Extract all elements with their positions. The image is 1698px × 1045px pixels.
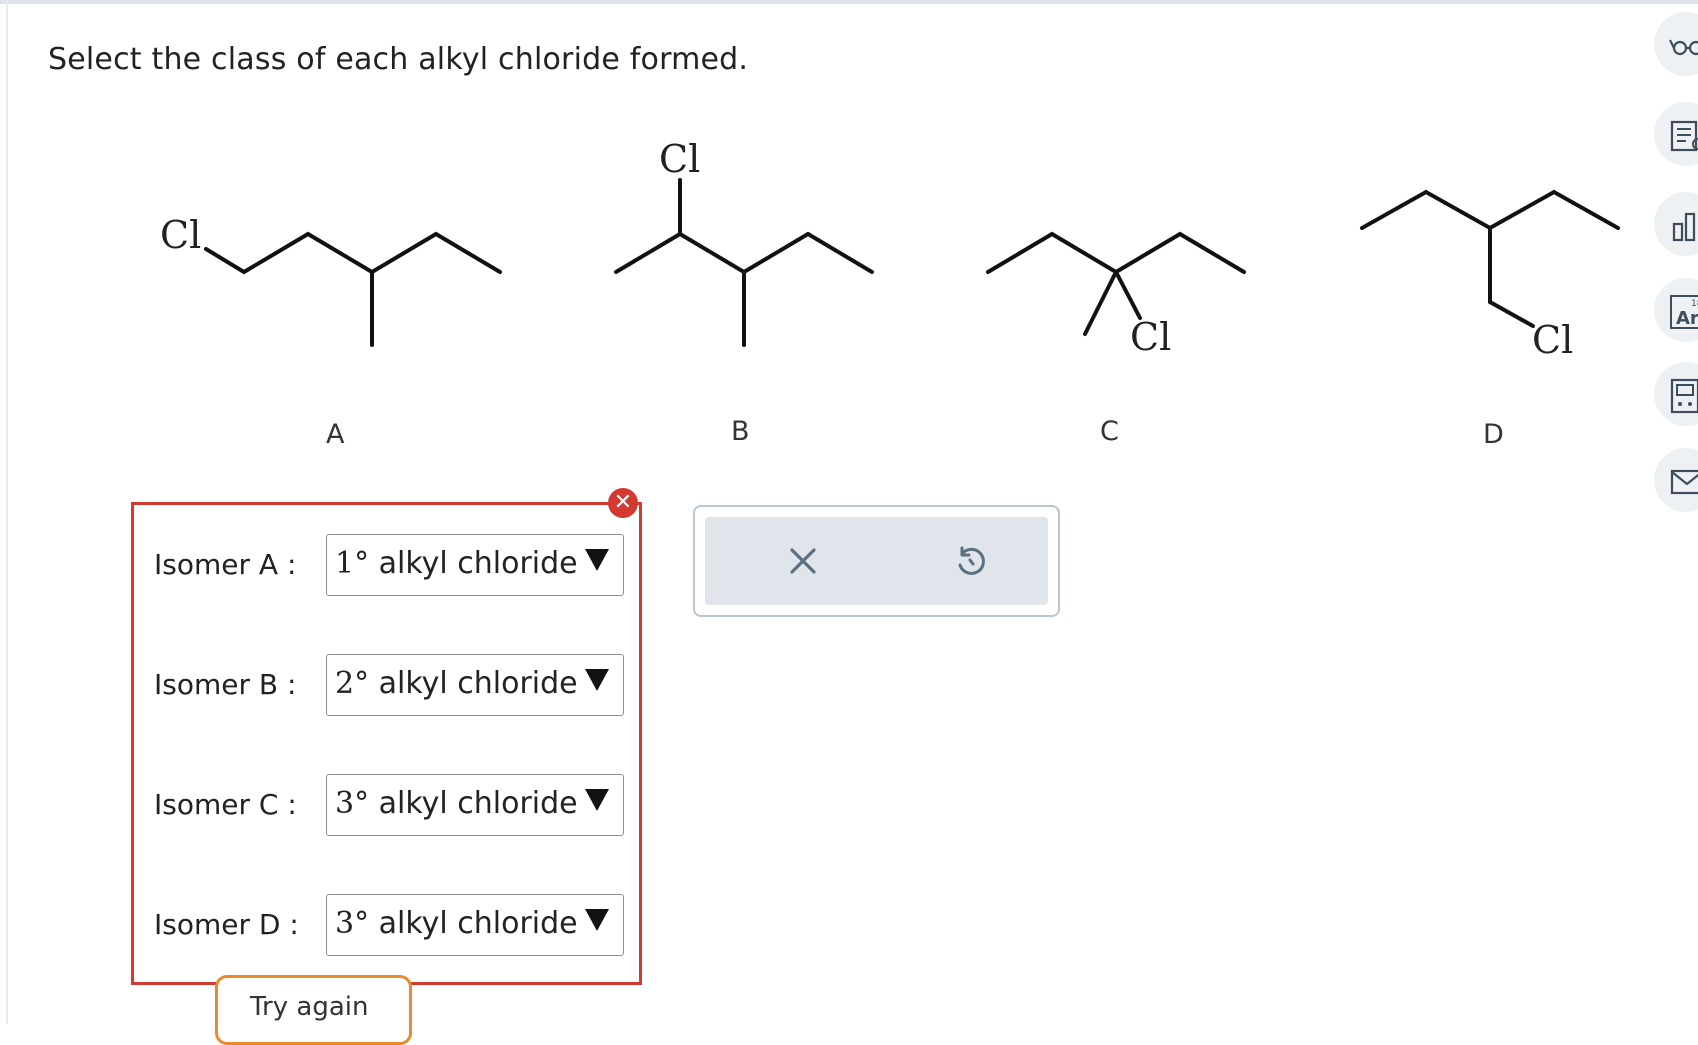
isomer-d-label: Isomer D : <box>154 908 299 941</box>
isomer-c-select[interactable]: 3° alkyl chloride <box>326 774 624 836</box>
mail-icon[interactable] <box>1654 448 1698 512</box>
isomer-b-select-value: 2° alkyl chloride <box>335 666 578 701</box>
isomer-a-select[interactable]: 1° alkyl chloride <box>326 534 624 596</box>
isomer-a-select-value: 1° alkyl chloride <box>335 546 578 581</box>
atom-label-cl-a: Cl <box>160 213 201 257</box>
undo-icon[interactable] <box>949 539 993 583</box>
atom-label-cl-b: Cl <box>659 137 700 181</box>
glasses-icon[interactable] <box>1654 12 1698 76</box>
answer-tools <box>693 505 1060 617</box>
dropdown-caret-icon <box>585 669 609 691</box>
molecule-b <box>614 178 874 347</box>
molecule-structures: Cl Cl Cl Cl <box>160 137 1620 362</box>
isomer-b-select[interactable]: 2° alkyl chloride <box>326 654 624 716</box>
answer-tools-bar <box>705 517 1048 605</box>
isomer-c-select-value: 3° alkyl chloride <box>335 786 578 821</box>
dropdown-caret-icon <box>585 549 609 571</box>
isomer-a-label: Isomer A : <box>154 548 297 581</box>
error-close-icon[interactable]: ✕ <box>608 488 638 518</box>
atom-label-cl-c: Cl <box>1130 315 1171 359</box>
molecule-a <box>204 231 502 347</box>
periodic-table-icon[interactable]: 18 Ar <box>1654 278 1698 342</box>
dropdown-caret-icon <box>585 909 609 931</box>
isomer-d-select[interactable]: 3° alkyl chloride <box>326 894 624 956</box>
x-icon[interactable] <box>781 539 825 583</box>
isomer-letter-c: C <box>1100 416 1119 447</box>
chart-icon[interactable] <box>1654 192 1698 256</box>
molecule-c <box>986 231 1246 336</box>
isomer-c-label: Isomer C : <box>154 788 297 821</box>
try-again-button[interactable]: Try again <box>215 975 412 1045</box>
isomer-letter-d: D <box>1483 419 1504 450</box>
molecule-d <box>1360 189 1620 328</box>
atom-label-cl-d: Cl <box>1532 318 1573 362</box>
svg-text:Ar: Ar <box>1676 308 1698 329</box>
isomer-letter-a: A <box>326 419 345 450</box>
isomer-d-select-value: 3° alkyl chloride <box>335 906 578 941</box>
isomer-b-label: Isomer B : <box>154 668 297 701</box>
calculator-icon[interactable] <box>1654 362 1698 426</box>
notes-icon[interactable] <box>1654 102 1698 166</box>
isomer-letter-b: B <box>731 416 750 447</box>
dropdown-caret-icon <box>585 789 609 811</box>
